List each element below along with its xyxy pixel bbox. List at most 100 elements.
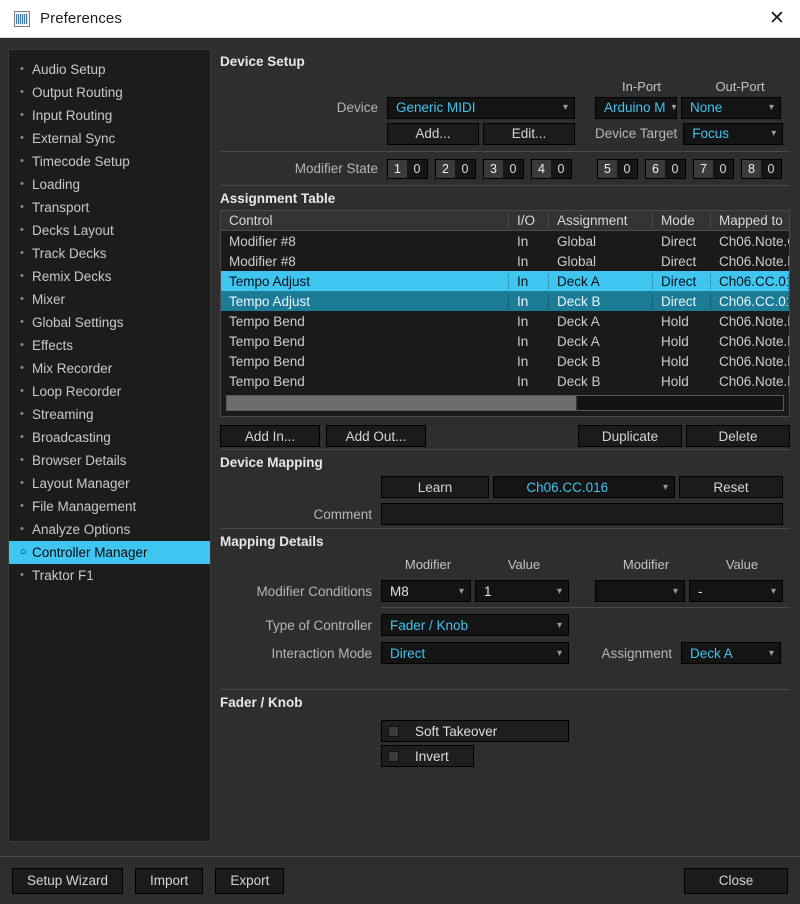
type-of-controller-select[interactable]: Fader / Knob ▾ (381, 614, 569, 636)
add-out-button[interactable]: Add Out... (326, 425, 426, 447)
table-cell: Global (557, 233, 597, 249)
sidebar-item-decks-layout[interactable]: • Decks Layout (9, 219, 210, 242)
reset-button[interactable]: Reset (679, 476, 783, 498)
bullet-icon: • (20, 132, 24, 144)
close-icon[interactable]: ✕ (754, 0, 800, 38)
sidebar-item-effects[interactable]: • Effects (9, 334, 210, 357)
column-header[interactable]: Control (221, 213, 509, 228)
export-button[interactable]: Export (215, 867, 285, 894)
sidebar-item-output-routing[interactable]: • Output Routing (9, 81, 210, 104)
sidebar-item-mix-recorder[interactable]: • Mix Recorder (9, 357, 210, 380)
sidebar-item-traktor-f1[interactable]: • Traktor F1 (9, 564, 210, 587)
table-row[interactable]: Modifier #8 In Global Direct Ch06.Note.D (221, 251, 789, 271)
condition-modifier-2-select[interactable]: ▾ (595, 580, 685, 602)
modifier-state-7[interactable]: 70 (693, 158, 734, 179)
setup-wizard-button[interactable]: Setup Wizard (12, 867, 124, 894)
sidebar-item-analyze-options[interactable]: • Analyze Options (9, 518, 210, 541)
checkbox-icon (388, 750, 399, 762)
modifier-header-1: Modifier (404, 556, 452, 572)
out-port-select[interactable]: None ▾ (681, 96, 781, 119)
column-header[interactable]: I/O (509, 213, 549, 228)
modifier-state-5[interactable]: 50 (597, 158, 638, 179)
chevron-down-icon: ▾ (556, 647, 562, 659)
edit-device-button[interactable]: Edit... (483, 122, 575, 145)
table-row[interactable]: Modifier #8 In Global Direct Ch06.Note.C (221, 231, 789, 251)
comment-input[interactable] (381, 503, 783, 525)
table-cell: Ch06.Note.E (719, 353, 789, 369)
column-header[interactable]: Mode (653, 213, 711, 228)
column-header[interactable]: Assignment (549, 213, 653, 228)
table-row[interactable]: Tempo Bend In Deck B Hold Ch06.Note.F (221, 371, 789, 391)
sidebar-item-timecode-setup[interactable]: • Timecode Setup (9, 150, 210, 173)
modifier-state-4[interactable]: 40 (531, 158, 572, 179)
sidebar-item-browser-details[interactable]: • Browser Details (9, 449, 210, 472)
mapping-select[interactable]: Ch06.CC.016 ▾ (493, 476, 675, 498)
sidebar-item-transport[interactable]: • Transport (9, 196, 210, 219)
table-row[interactable]: Tempo Bend In Deck A Hold Ch06.Note.E (221, 311, 789, 331)
chevron-down-icon: ▾ (562, 102, 568, 113)
sidebar-item-label: Mix Recorder (32, 361, 113, 376)
type-of-controller-label: Type of Controller (265, 617, 372, 633)
invert-checkbox[interactable]: Invert (381, 745, 474, 767)
table-horizontal-scrollbar[interactable] (226, 395, 784, 411)
sidebar-item-track-decks[interactable]: • Track Decks (9, 242, 210, 265)
learn-button[interactable]: Learn (381, 476, 489, 498)
sidebar-item-audio-setup[interactable]: • Audio Setup (9, 58, 210, 81)
condition-value-2-select[interactable]: - ▾ (689, 580, 783, 602)
table-cell: In (509, 293, 549, 309)
sidebar-item-layout-manager[interactable]: • Layout Manager (9, 472, 210, 495)
condition-value-1-value: 1 (484, 583, 492, 599)
sidebar-item-label: Streaming (32, 407, 94, 422)
modifier-state-3[interactable]: 30 (483, 158, 524, 179)
bullet-icon: • (20, 500, 24, 512)
modifier-state-8[interactable]: 80 (741, 158, 782, 179)
sidebar-item-file-management[interactable]: • File Management (9, 495, 210, 518)
bullet-icon: • (20, 224, 24, 236)
soft-takeover-checkbox[interactable]: Soft Takeover (381, 720, 569, 742)
device-select-value: Generic MIDI (396, 100, 476, 115)
device-select[interactable]: Generic MIDI ▾ (387, 96, 575, 119)
device-target-select[interactable]: Focus ▾ (683, 122, 784, 145)
assignment-table[interactable]: Control I/O Assignment Mode Mapped to Modifi… (220, 210, 790, 417)
delete-button[interactable]: Delete (686, 425, 790, 447)
modifier-state-1[interactable]: 10 (387, 158, 428, 179)
assignment-select[interactable]: Deck A ▾ (681, 642, 781, 664)
sidebar-item-input-routing[interactable]: • Input Routing (9, 104, 210, 127)
chevron-down-icon: ▾ (770, 585, 776, 597)
condition-modifier-1-select[interactable]: M8 ▾ (381, 580, 471, 602)
table-row[interactable]: Tempo Bend In Deck A Hold Ch06.Note.F (221, 331, 789, 351)
bullet-icon: • (20, 63, 24, 75)
table-row[interactable]: Tempo Bend In Deck B Hold Ch06.Note.E (221, 351, 789, 371)
interaction-mode-select[interactable]: Direct ▾ (381, 642, 569, 664)
scrollbar-thumb[interactable] (227, 396, 578, 410)
modifier-conditions-label: Modifier Conditions (256, 583, 372, 599)
sidebar-item-broadcasting[interactable]: • Broadcasting (9, 426, 210, 449)
condition-value-1-select[interactable]: 1 ▾ (475, 580, 569, 602)
sidebar-item-mixer[interactable]: • Mixer (9, 288, 210, 311)
table-row[interactable]: Tempo AdjustInDeck BDirectCh06.CC.016 (221, 291, 789, 311)
in-port-select[interactable]: Arduino M ▾ (595, 96, 677, 119)
modifier-header-2: Modifier (622, 556, 670, 572)
sidebar-item-external-sync[interactable]: • External Sync (9, 127, 210, 150)
sidebar-item-remix-decks[interactable]: • Remix Decks (9, 265, 210, 288)
sidebar-item-controller-manager[interactable]: Controller Manager (9, 541, 210, 564)
modifier-state-2[interactable]: 20 (435, 158, 476, 179)
table-row[interactable]: Tempo AdjustInDeck ADirectCh06.CC.016 (221, 271, 789, 291)
sidebar-item-loop-recorder[interactable]: • Loop Recorder (9, 380, 210, 403)
add-device-button[interactable]: Add... (387, 122, 479, 145)
sidebar-item-loading[interactable]: • Loading (9, 173, 210, 196)
sidebar-item-global-settings[interactable]: • Global Settings (9, 311, 210, 334)
column-header[interactable]: Mapped to (711, 213, 789, 228)
table-cell: In (517, 353, 529, 369)
interaction-mode-label: Interaction Mode (271, 645, 372, 661)
modifier-state-6[interactable]: 60 (645, 158, 686, 179)
add-in-button[interactable]: Add In... (220, 425, 320, 447)
table-cell: Deck B (557, 353, 601, 369)
import-button[interactable]: Import (135, 867, 204, 894)
type-of-controller-value: Fader / Knob (390, 617, 469, 633)
close-button[interactable]: Close (684, 867, 788, 894)
sidebar-item-label: Loop Recorder (32, 384, 122, 399)
duplicate-button[interactable]: Duplicate (578, 425, 682, 447)
bullet-icon: • (20, 178, 24, 190)
sidebar-item-streaming[interactable]: • Streaming (9, 403, 210, 426)
